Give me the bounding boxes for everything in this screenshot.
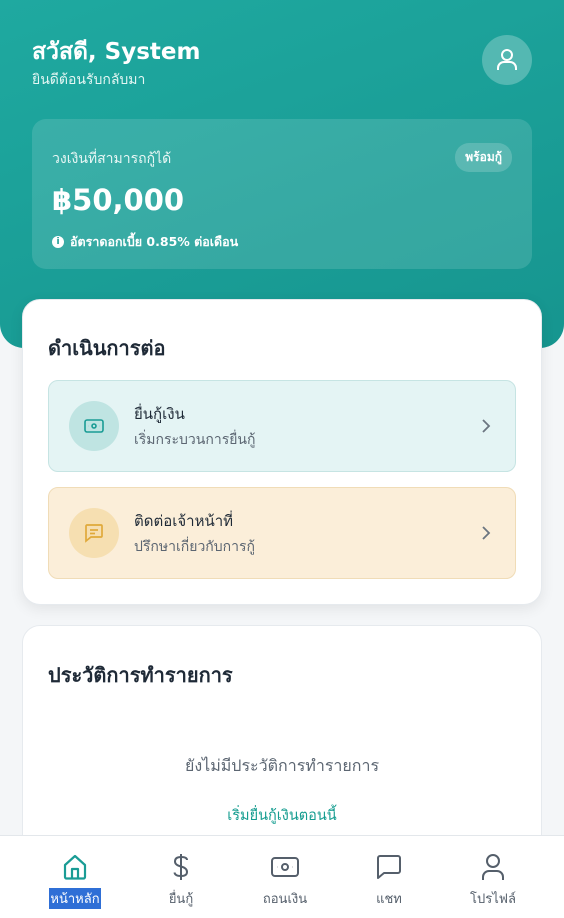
credit-limit-amount: ฿50,000 (52, 183, 185, 217)
nav-item-withdraw[interactable]: ถอนเงิน (233, 836, 337, 918)
continue-panel: ดำเนินการต่อ ยื่นกู้เงิน เริ่มกระบวนการย… (22, 299, 542, 605)
banknote-icon (84, 419, 104, 433)
banknote-icon (271, 857, 299, 877)
user-icon (482, 854, 504, 880)
nav-item-home[interactable]: หน้าหลัก (23, 836, 127, 918)
history-empty-text: ยังไม่มีประวัติการทำรายการ (184, 756, 380, 775)
credit-limit-card: วงเงินที่สามารถกู้ได้ พร้อมกู้ ฿50,000 i… (32, 119, 532, 269)
info-icon: i (52, 236, 64, 248)
nav-label: หน้าหลัก (49, 888, 101, 909)
chevron-right-icon (482, 526, 491, 540)
greeting-subtitle: ยินดีต้อนรับกลับมา (32, 72, 146, 88)
action-subtitle: ปรึกษาเกี่ยวกับการกู้ (134, 538, 255, 555)
credit-limit-label: วงเงินที่สามารถกู้ได้ (52, 151, 172, 167)
nav-item-chat[interactable]: แชท (337, 836, 441, 918)
contact-staff-action[interactable]: ติดต่อเจ้าหน้าที่ ปรึกษาเกี่ยวกับการกู้ (48, 487, 516, 579)
ready-badge: พร้อมกู้ (455, 143, 512, 172)
chat-icon (85, 524, 103, 543)
apply-loan-action[interactable]: ยื่นกู้เงิน เริ่มกระบวนการยื่นกู้ (48, 380, 516, 472)
chevron-right-icon (482, 419, 491, 433)
dollar-icon (173, 854, 189, 880)
profile-avatar-button[interactable] (482, 35, 532, 85)
history-title: ประวัติการทำรายการ (48, 663, 233, 687)
action-icon-circle (69, 401, 119, 451)
continue-title: ดำเนินการต่อ (48, 336, 166, 360)
interest-rate-row: i อัตราดอกเบี้ย 0.85% ต่อเดือน (52, 232, 238, 252)
action-subtitle: เริ่มกระบวนการยื่นกู้ (134, 431, 256, 448)
home-icon (63, 854, 87, 880)
interest-rate-text: อัตราดอกเบี้ย 0.85% ต่อเดือน (70, 234, 239, 249)
header-banner: สวัสดี, System ยินดีต้อนรับกลับมา วงเงิน… (0, 0, 564, 348)
nav-label: ถอนเงิน (262, 892, 308, 907)
nav-item-profile[interactable]: โปรไฟล์ (441, 836, 545, 918)
history-panel: ประวัติการทำรายการ ยังไม่มีประวัติการทำร… (22, 625, 542, 865)
start-loan-link[interactable]: เริ่มยื่นกู้เงินตอนนี้ (23, 804, 541, 827)
action-icon-circle (69, 508, 119, 558)
action-title: ติดต่อเจ้าหน้าที่ (134, 511, 234, 530)
user-icon (497, 49, 517, 70)
nav-label: แชท (376, 892, 402, 907)
chat-icon (377, 855, 401, 879)
nav-label: ยื่นกู้ (168, 892, 194, 907)
greeting-title: สวัสดี, System (32, 39, 201, 65)
nav-item-apply-loan[interactable]: ยื่นกู้ (129, 836, 233, 918)
action-title: ยื่นกู้เงิน (134, 404, 185, 423)
nav-label: โปรไฟล์ (470, 892, 516, 907)
bottom-nav: หน้าหลัก ยื่นกู้ ถอนเงิน แชท โปรไฟล์ (0, 835, 564, 918)
